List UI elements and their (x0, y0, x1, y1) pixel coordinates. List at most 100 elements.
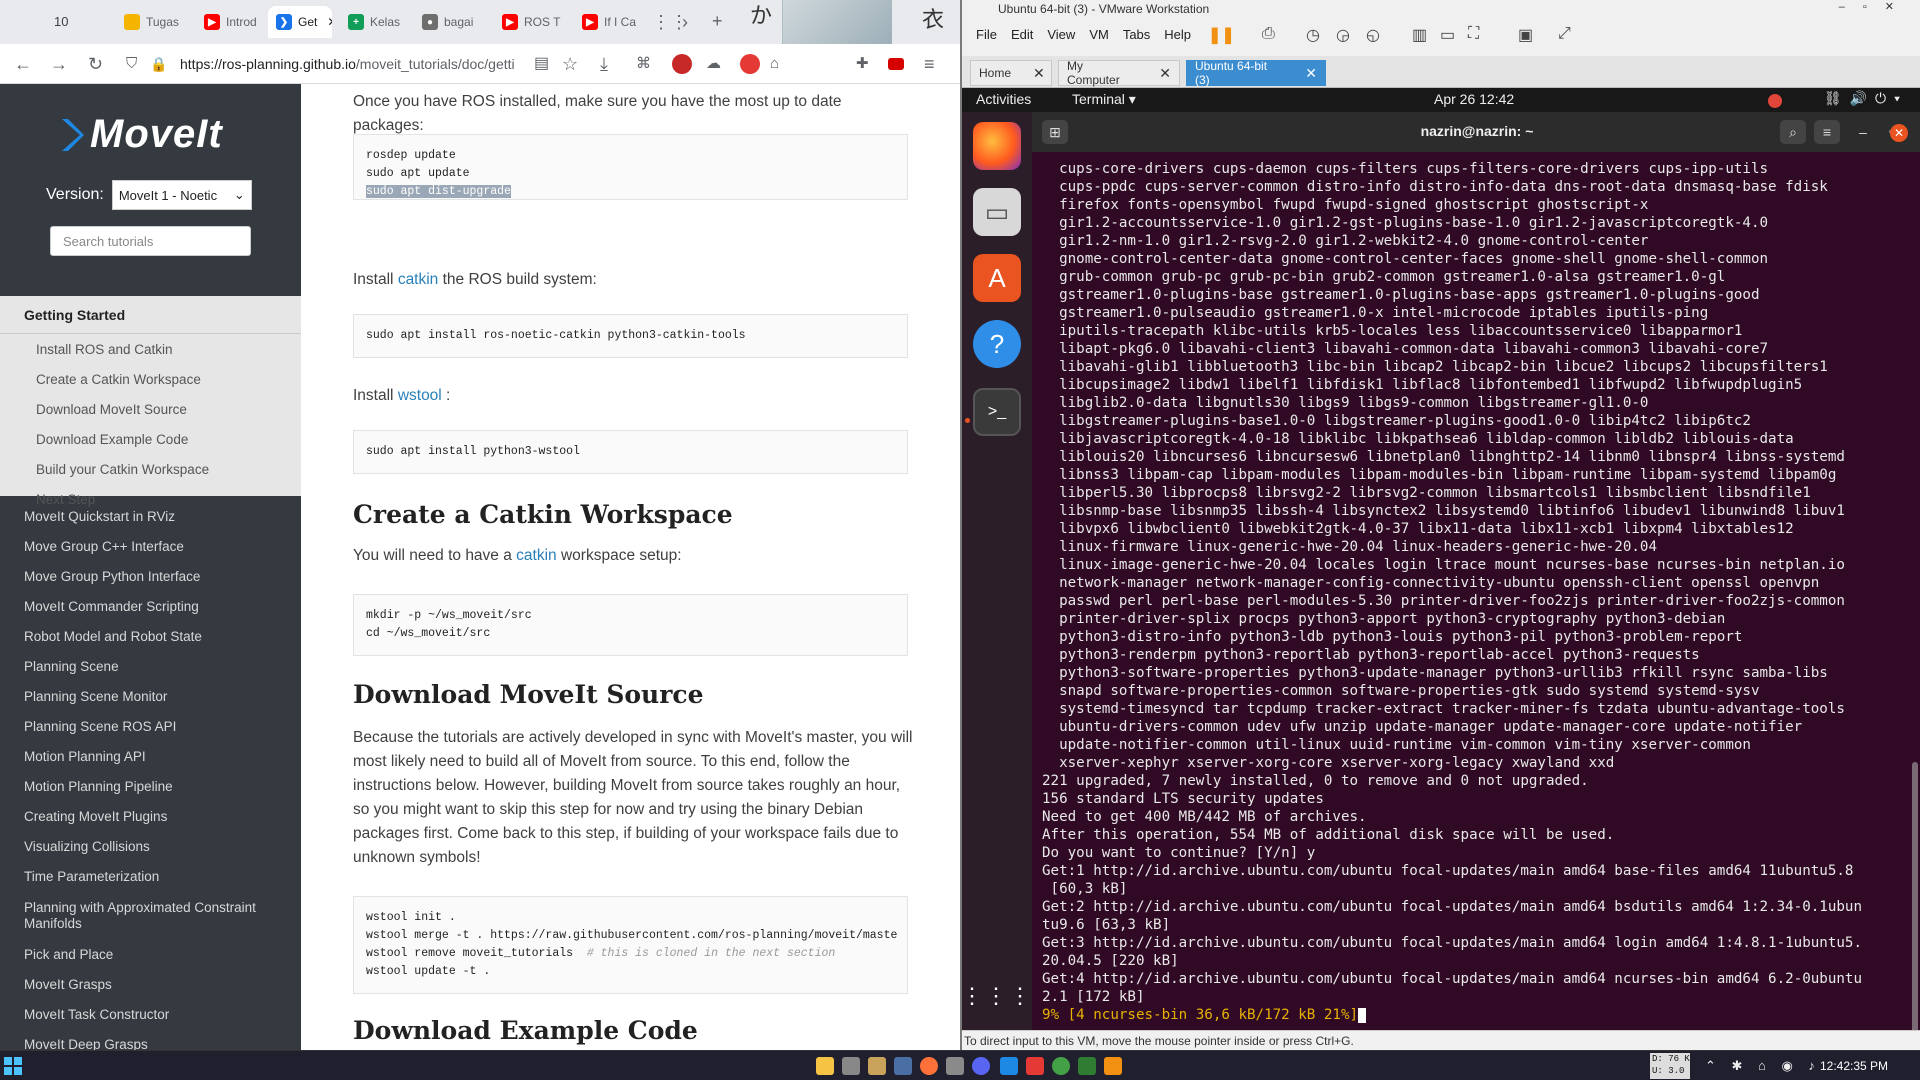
console-icon[interactable]: ▣ (1518, 25, 1533, 45)
taskbar-clock[interactable]: 12:42:35 PM (1820, 1059, 1888, 1073)
app-icon[interactable] (1026, 1057, 1044, 1075)
extension-icon[interactable]: ⌘ (636, 54, 651, 74)
browser-tab[interactable]: ▶ ROS T (494, 6, 568, 38)
menu-item[interactable]: File (976, 27, 997, 42)
menu-item[interactable]: Tabs (1123, 27, 1150, 42)
terminal-icon[interactable]: >_ (973, 388, 1021, 436)
library-icon[interactable]: ▥ (1412, 25, 1427, 45)
menu-icon[interactable]: ≡ (924, 54, 935, 74)
sidebar-item[interactable]: MoveIt Task Constructor (0, 1000, 301, 1030)
terminal-output[interactable]: cups-core-drivers cups-daemon cups-filte… (1042, 160, 1892, 1050)
reader-icon[interactable]: ▤ (534, 54, 549, 74)
section-title[interactable]: Getting Started (0, 296, 301, 334)
chrome-icon[interactable] (1052, 1057, 1070, 1075)
vmware-taskbar-icon[interactable] (1104, 1057, 1122, 1075)
activities-button[interactable]: Activities (976, 91, 1031, 107)
sidebar-item[interactable]: MoveIt Grasps (0, 970, 301, 1000)
hamburger-menu-icon[interactable]: ≡ (1814, 120, 1840, 144)
puzzle-icon[interactable]: ✚ (856, 54, 869, 74)
extension-badge-icon[interactable] (672, 54, 692, 74)
sidebar-item[interactable]: Motion Planning API (0, 742, 301, 772)
fullscreen-icon[interactable]: ⛶ (1468, 25, 1479, 43)
sidebar-subitem[interactable]: Download Example Code (0, 424, 301, 454)
discord-icon[interactable] (972, 1057, 990, 1075)
sidebar-subitem[interactable]: Create a Catkin Workspace (0, 364, 301, 394)
sidebar-item[interactable]: MoveIt Deep Grasps (0, 1030, 301, 1050)
send-keys-icon[interactable]: ⎙ (1262, 25, 1275, 43)
reload-icon[interactable]: ↻ (88, 54, 103, 74)
sidebar-subitem[interactable]: Install ROS and Catkin (0, 334, 301, 364)
shield-icon[interactable]: ⛉ (126, 54, 137, 74)
sidebar-item[interactable]: Planning Scene (0, 652, 301, 682)
sidebar-item[interactable]: MoveIt Commander Scripting (0, 592, 301, 622)
forward-icon[interactable]: → (50, 54, 68, 74)
firefox-icon[interactable] (973, 122, 1021, 170)
sidebar-item[interactable]: Time Parameterization (0, 862, 301, 892)
show-apps-icon[interactable]: ⋮⋮⋮ (961, 972, 1031, 1020)
chevron-right-icon[interactable]: › (682, 12, 688, 32)
vm-tab[interactable]: Ubuntu 64-bit (3) ✕ (1186, 59, 1326, 87)
sidebar-item[interactable]: Move Group Python Interface (0, 562, 301, 592)
app-icon[interactable] (842, 1057, 860, 1075)
sidebar-item[interactable]: Robot Model and Robot State (0, 622, 301, 652)
catkin-link[interactable]: catkin (398, 271, 439, 288)
version-select[interactable]: MoveIt 1 - Noetic ⌄ (111, 180, 252, 210)
close-tab-icon[interactable]: ✕ (1305, 65, 1317, 82)
menu-item[interactable]: Help (1164, 27, 1191, 42)
close-tab-icon[interactable]: ✕ (1159, 65, 1171, 82)
browser-tab[interactable]: ● bagai (414, 6, 488, 38)
back-icon[interactable]: ← (14, 54, 32, 74)
app-icon[interactable] (868, 1057, 886, 1075)
sidebar-item[interactable]: Visualizing Collisions (0, 832, 301, 862)
star-icon[interactable]: ☆ (562, 54, 578, 74)
thumbnail-icon[interactable]: ▭ (1440, 25, 1455, 45)
app-icon[interactable] (946, 1057, 964, 1075)
close-tab-icon[interactable]: ✕ (327, 15, 332, 29)
search-input[interactable]: Search tutorials (50, 226, 251, 256)
help-icon[interactable]: ? (973, 320, 1021, 368)
windows-start-icon[interactable] (4, 1057, 22, 1075)
close-tab-icon[interactable]: ✕ (1033, 65, 1045, 82)
moveit-logo[interactable]: MoveIt (60, 112, 223, 157)
extension-icon[interactable]: ⌂ (770, 54, 779, 74)
extension-icon[interactable]: ☁ (706, 54, 721, 74)
browser-tab[interactable]: ❯ Get ✕ (268, 6, 332, 38)
manage-snapshots-icon[interactable]: ◵ (1366, 25, 1380, 45)
extension-icon[interactable] (740, 54, 760, 74)
app-icon[interactable] (1078, 1057, 1096, 1075)
sidebar-item[interactable]: Creating MoveIt Plugins (0, 802, 301, 832)
snapshot-icon[interactable]: ◷ (1306, 25, 1320, 45)
sidebar-item[interactable]: Planning Scene ROS API (0, 712, 301, 742)
stretch-icon[interactable]: ⤢ (1558, 25, 1571, 43)
tab-count[interactable]: 10 (54, 14, 68, 29)
sidebar-item[interactable]: Pick and Place (0, 940, 301, 970)
sidebar-subitem[interactable]: Download MoveIt Source (0, 394, 301, 424)
system-tray[interactable]: ⛓🔊⏻▾ (1824, 90, 1908, 107)
minimize-icon[interactable]: – (1850, 120, 1876, 144)
clock[interactable]: Apr 26 12:42 (1434, 91, 1514, 107)
menu-item[interactable]: VM (1089, 27, 1109, 42)
sidebar-item[interactable]: Motion Planning Pipeline (0, 772, 301, 802)
firefox-taskbar-icon[interactable] (920, 1057, 938, 1075)
browser-tab[interactable]: + Kelas (340, 6, 414, 38)
software-icon[interactable]: A (973, 254, 1021, 302)
app-menu[interactable]: Terminal ▾ (1072, 91, 1136, 108)
vm-tab[interactable]: My Computer ✕ (1058, 59, 1180, 87)
sidebar-item[interactable]: Planning Scene Monitor (0, 682, 301, 712)
files-icon[interactable]: ▭ (973, 188, 1021, 236)
search-icon[interactable]: ⌕ (1780, 120, 1806, 144)
address-bar[interactable]: https://ros-planning.github.io/moveit_tu… (180, 50, 620, 78)
sidebar-item[interactable]: Planning with Approximated Constraint Ma… (0, 892, 301, 940)
sidebar-item[interactable]: MoveIt Quickstart in RViz (0, 502, 301, 532)
pause-icon[interactable]: ❚❚ (1208, 25, 1235, 45)
youtube-icon[interactable] (888, 58, 904, 70)
system-tray[interactable]: ⌃ ✱ ⌂ ◉ ♪ (1705, 1058, 1821, 1074)
file-explorer-icon[interactable] (816, 1057, 834, 1075)
window-controls[interactable]: –▫✕ (1839, 0, 1912, 13)
browser-tab[interactable]: Tugas (116, 6, 190, 38)
revert-icon[interactable]: ◶ (1336, 25, 1350, 45)
wstool-link[interactable]: wstool (398, 387, 442, 404)
sidebar-item[interactable]: Move Group C++ Interface (0, 532, 301, 562)
download-icon[interactable]: ⤓ (600, 54, 608, 74)
app-icon[interactable] (1000, 1057, 1018, 1075)
